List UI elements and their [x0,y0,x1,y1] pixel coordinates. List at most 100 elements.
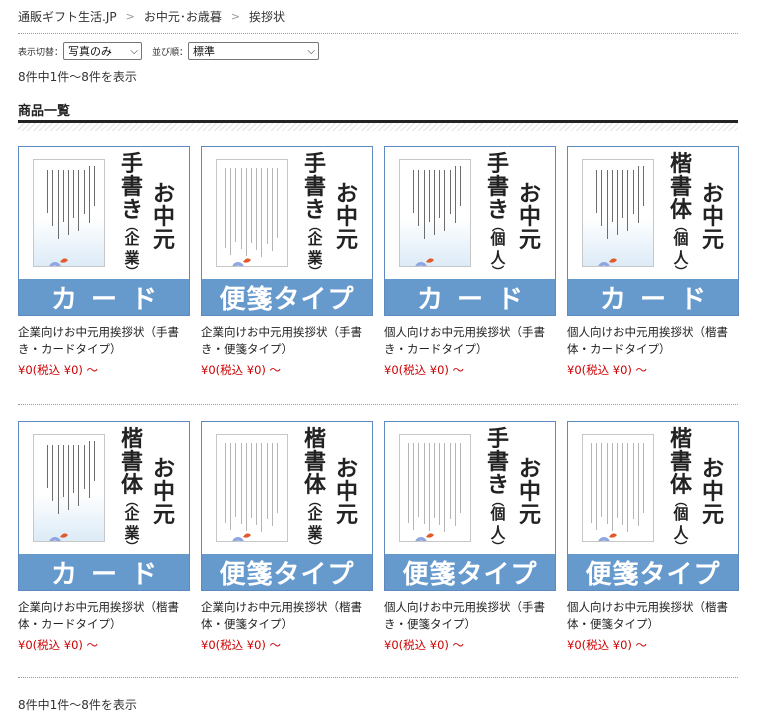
flower-icon [46,527,70,541]
breadcrumb-category-link[interactable]: お中元･お歳暮 [144,9,222,25]
breadcrumb-current: 挨拶状 [249,10,286,24]
product-type-band: 便箋タイプ [202,279,372,315]
breadcrumb: 通販ギフト生活.JP > お中元･お歳暮 > 挨拶状 [18,5,740,29]
product-card[interactable]: お中元楷書体 ︵ 企業 ︶ カード 企業向けお中元用挨拶状（楷書体・カードタイプ） ¥0(税… [18,421,190,653]
chevron-down-icon: ⌵ [130,45,139,57]
breadcrumb-home-link[interactable]: 通販ギフト生活.JP [18,9,117,25]
product-image-title: お中元手書き ︵ 個人 ︶ [469,151,549,279]
product-name-link[interactable]: 企業向けお中元用挨拶状（楷書体・便箋タイプ） [201,599,373,633]
product-image[interactable]: お中元手書き ︵ 企業 ︶ カード [18,146,190,316]
image-title-audience: ︵ 企業 ︶ [307,219,323,279]
sort-label: 並び順： [152,47,189,58]
product-image-title: お中元手書き ︵ 個人 ︶ [469,426,549,554]
sort-value: 標準 [193,45,216,58]
product-image-title: お中元楷書体 ︵ 企業 ︶ [286,426,366,554]
image-title-style: 楷書体 [669,426,692,498]
product-type-band: 便箋タイプ [385,554,555,590]
flower-icon [229,527,253,541]
image-title-audience: ︵ 企業 ︶ [124,494,140,554]
product-image[interactable]: お中元楷書体 ︵ 個人 ︶ カード [567,146,739,316]
flower-icon [595,527,619,541]
image-title-season: お中元 [701,181,724,253]
image-title-season: お中元 [335,456,358,528]
image-title-style: 楷書体 [120,426,143,498]
product-name-link[interactable]: 企業向けお中元用挨拶状（手書き・カードタイプ） [18,324,190,358]
image-title-season: お中元 [152,181,175,253]
product-image-title: お中元楷書体 ︵ 個人 ︶ [652,151,732,279]
product-price: ¥0(税込 ¥0) 〜 [384,638,465,652]
product-card[interactable]: お中元手書き ︵ 企業 ︶ 便箋タイプ 企業向けお中元用挨拶状（手書き・便箋タイプ） ¥0(… [201,146,373,378]
image-title-style: 手書き [486,151,509,223]
letter-illustration [399,159,471,267]
image-title-style: 楷書体 [303,426,326,498]
list-controls: 表示切替： 写真のみ ⌵ 並び順： 標準 ⌵ [18,41,320,61]
product-card[interactable]: お中元手書き ︵ 個人 ︶ 便箋タイプ個人向けお中元用挨拶状（手書き・便箋タイプ） ¥0(… [384,421,556,653]
flower-icon [46,252,70,266]
product-image-title: お中元楷書体 ︵ 個人 ︶ [652,426,732,554]
letter-illustration [582,159,654,267]
letter-illustration [33,159,105,267]
image-title-season: お中元 [335,181,358,253]
product-card[interactable]: お中元楷書体 ︵ 企業 ︶ 便箋タイプ企業向けお中元用挨拶状（楷書体・便箋タイプ） ¥0(… [201,421,373,653]
image-title-audience: ︵ 個人 ︶ [490,494,506,554]
chevron-down-icon: ⌵ [307,45,316,57]
image-title-style: 手書き [486,426,509,498]
product-card[interactable]: お中元手書き ︵ 個人 ︶ カード個人向けお中元用挨拶状（手書き・カードタイプ） ¥0(税… [384,146,556,378]
flower-icon [229,252,253,266]
product-image-title: お中元手書き ︵ 企業 ︶ [286,151,366,279]
product-image[interactable]: お中元楷書体 ︵ 企業 ︶ 便箋タイプ [201,421,373,591]
product-name-link[interactable]: 個人向けお中元用挨拶状（楷書体・便箋タイプ） [567,599,739,633]
product-name-link[interactable]: 個人向けお中元用挨拶状（手書き・便箋タイプ） [384,599,556,633]
product-image-title: お中元楷書体 ︵ 企業 ︶ [103,426,183,554]
product-card[interactable]: お中元楷書体 ︵ 個人 ︶ 便箋タイプ個人向けお中元用挨拶状（楷書体・便箋タイプ） ¥0(… [567,421,739,653]
product-name-link[interactable]: 個人向けお中元用挨拶状（楷書体・カードタイプ） [567,324,739,358]
image-title-audience: ︵ 企業 ︶ [307,494,323,554]
row-divider [18,404,738,405]
flower-icon [412,252,436,266]
product-image[interactable]: お中元手書き ︵ 個人 ︶ カード [384,146,556,316]
product-price: ¥0(税込 ¥0) 〜 [567,638,648,652]
image-title-season: お中元 [518,181,541,253]
image-title-season: お中元 [518,456,541,528]
image-title-season: お中元 [701,456,724,528]
product-type-band: カード [385,279,555,315]
product-name-link[interactable]: 個人向けお中元用挨拶状（手書き・カードタイプ） [384,324,556,358]
product-image[interactable]: お中元手書き ︵ 個人 ︶ 便箋タイプ [384,421,556,591]
image-title-style: 楷書体 [669,151,692,223]
divider [18,33,738,34]
letter-illustration [216,159,288,267]
product-image[interactable]: お中元楷書体 ︵ 企業 ︶ カード [18,421,190,591]
result-count: 8件中1件〜8件を表示 [18,70,137,84]
product-image[interactable]: お中元手書き ︵ 企業 ︶ 便箋タイプ [201,146,373,316]
image-title-audience: ︵ 個人 ︶ [673,494,689,554]
product-image[interactable]: お中元楷書体 ︵ 個人 ︶ 便箋タイプ [567,421,739,591]
image-title-audience: ︵ 個人 ︶ [490,219,506,279]
letter-illustration [582,434,654,542]
breadcrumb-separator: > [230,10,241,23]
product-name-link[interactable]: 企業向けお中元用挨拶状（手書き・便箋タイプ） [201,324,373,358]
product-price: ¥0(税込 ¥0) 〜 [18,363,99,377]
product-card[interactable]: お中元手書き ︵ 企業 ︶ カード企業向けお中元用挨拶状（手書き・カードタイプ） ¥0(税… [18,146,190,378]
sort-select[interactable]: 標準 ⌵ [188,42,320,60]
product-image-title: お中元手書き ︵ 企業 ︶ [103,151,183,279]
product-type-band: カード [19,554,189,590]
flower-icon [412,527,436,541]
result-count-bottom: 8件中1件〜8件を表示 [18,698,137,712]
product-price: ¥0(税込 ¥0) 〜 [384,363,465,377]
display-mode-value: 写真のみ [68,45,113,58]
product-name-link[interactable]: 企業向けお中元用挨拶状（楷書体・カードタイプ） [18,599,190,633]
display-mode-select[interactable]: 写真のみ ⌵ [63,42,143,60]
breadcrumb-separator: > [125,10,135,23]
product-type-band: 便箋タイプ [202,554,372,590]
image-title-style: 手書き [120,151,143,223]
flower-icon [595,252,619,266]
product-price: ¥0(税込 ¥0) 〜 [201,638,282,652]
product-type-band: カード [568,279,738,315]
row-divider [18,677,738,678]
section-title: 商品一覧 [18,104,71,119]
image-title-season: お中元 [152,456,175,528]
letter-illustration [399,434,471,542]
product-card[interactable]: お中元楷書体 ︵ 個人 ︶ カード 個人向けお中元用挨拶状（楷書体・カードタイプ） ¥0(税… [567,146,739,378]
letter-illustration [216,434,288,542]
image-title-style: 手書き [303,151,326,223]
